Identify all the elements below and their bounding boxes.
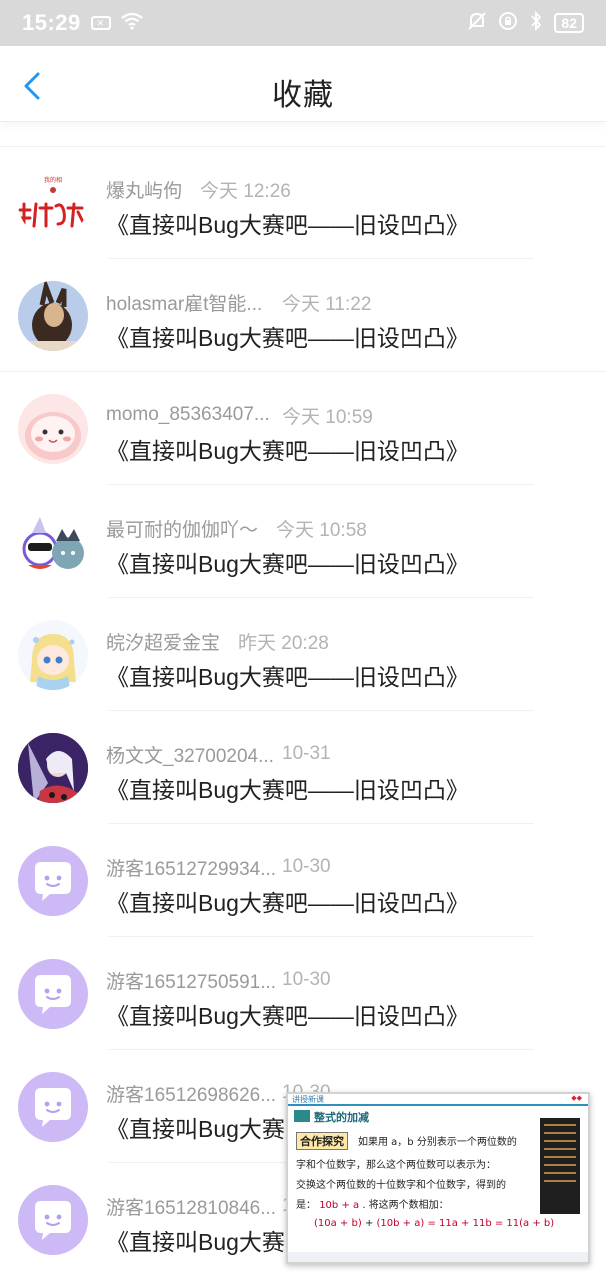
overlay-tag [294,1110,310,1122]
overlay-badge: ◆◆ [571,1094,582,1102]
avatar [18,281,88,351]
list-item[interactable]: 皖汐超爱金宝 昨天 20:28 《直接叫Bug大赛吧——旧设凹凸》 [0,598,606,711]
item-time: 10-31 [282,743,331,764]
item-time: 今天 11:22 [282,293,372,315]
wifi-icon [121,10,143,36]
avatar [18,394,88,464]
list-item[interactable]: 游客16512750591... 10-30 《直接叫Bug大赛吧——旧设凹凸》 [0,937,606,1050]
overlay-line1: 如果用 a，b 分别表示一个两位数的 [358,1137,517,1148]
message-icon: ✕ [90,16,111,30]
item-title: 《直接叫Bug大赛吧——旧设凹凸》 [106,777,469,803]
overlay-line5-answer1: (10a + b) [314,1218,362,1229]
item-time: 10-30 [282,969,331,990]
item-time: 今天 12:26 [200,180,291,202]
item-title: 《直接叫Bug大赛吧——旧设凹凸》 [106,1003,469,1029]
overlay-line4-suffix: . 将这两个数相加： [362,1200,449,1211]
overlay-line5-rest: = 11a + 11b = 11(a + b) [427,1218,555,1229]
avatar [18,959,88,1029]
user-name: 游客16512729934... [106,858,277,880]
avatar [18,507,88,577]
item-meta: holasmar雇t智能... 今天 11:22 [106,289,371,315]
avatar [18,733,88,803]
overlay-line4: 是： 10b + a . 将这两个数相加： [296,1196,449,1211]
item-meta: 爆丸屿佝 今天 12:26 [106,176,291,202]
user-name: 最可耐的伽伽吖～ [106,519,259,541]
user-name: holasmar雇t智能... [106,293,263,315]
bluetooth-icon [530,10,542,36]
list-item[interactable]: 游客16512729934... 10-30 《直接叫Bug大赛吧——旧设凹凸》 [0,824,606,937]
avatar [18,846,88,916]
overlay-line2: 字和个位数字，那么这个两位数可以表示为： [296,1160,496,1171]
item-time: 10-30 [282,856,331,877]
item-time: 昨天 20:28 [238,632,329,654]
status-time: 15:29 [22,10,81,35]
item-meta: 杨文文_32700204... 10-31 [106,741,331,767]
list-item[interactable]: holasmar雇t智能... 今天 11:22 《直接叫Bug大赛吧——旧设凹… [0,259,606,372]
status-bar: 15:29 ✕ 82 [0,0,606,46]
overlay-line5-mid: + [364,1218,374,1229]
avatar [18,1072,88,1142]
overlay-label: 合作探究 [296,1132,348,1150]
overlay-line5-answer2: (10b + a) [376,1218,425,1229]
list-item[interactable]: 最可耐的伽伽吖～ 今天 10:58 《直接叫Bug大赛吧——旧设凹凸》 [0,485,606,598]
guest-chat-icon [35,862,71,901]
user-name: 皖汐超爱金宝 [106,632,221,654]
svg-text:我的相: 我的相 [44,176,62,184]
item-meta: momo_85363407... 今天 10:59 [106,402,373,428]
list-item[interactable]: 杨文文_32700204... 10-31 《直接叫Bug大赛吧——旧设凹凸》 [0,711,606,824]
user-name: 杨文文_32700204... [106,745,274,767]
overlay-line3: 交换这个两位数的十位数字和个位数字，得到的 [296,1180,506,1191]
avatar [18,620,88,690]
overlay-bottom-bar [288,1252,588,1262]
status-left: 15:29 ✕ [22,10,143,36]
item-title: 《直接叫Bug大赛吧——旧设凹凸》 [106,212,469,238]
mute-bell-icon [468,11,487,36]
item-title: 《直接叫Bug大赛吧——旧设凹凸》 [106,890,469,916]
overlay-line5: (10a + b) + (10b + a) = 11a + 11b = 11(a… [314,1218,554,1229]
page-title: 收藏 [272,79,334,112]
item-title: 《直接叫Bug大赛吧——旧设凹凸》 [106,325,469,351]
overlay-side-panel [540,1118,580,1214]
item-meta: 游客16512729934... 10-30 [106,854,331,880]
battery-indicator: 82 [554,13,584,33]
list-item[interactable]: momo_85363407... 今天 10:59 《直接叫Bug大赛吧——旧设… [0,372,606,485]
item-time: 今天 10:58 [276,519,367,541]
item-title: 《直接叫Bug大赛吧——旧设凹凸》 [106,438,469,464]
list-item[interactable]: 我的相 爆丸屿佝 今天 12:26 《直接叫Bug大赛吧——旧设凹凸》 [0,146,606,259]
nav-bar: 收藏 [0,46,606,122]
guest-chat-icon [35,975,71,1014]
overlay-heading: 整式的加减 [314,1111,369,1124]
user-name: momo_85363407... [106,404,270,425]
avatar [18,1185,88,1255]
guest-chat-icon [35,1088,71,1127]
status-right: 82 [468,10,584,36]
item-meta: 最可耐的伽伽吖～ 今天 10:58 [106,515,367,541]
user-name: 游客16512810846... [106,1197,277,1219]
item-time: 今天 10:59 [282,406,373,428]
lock-rotation-icon [498,11,518,36]
avatar: 我的相 [18,168,88,238]
item-meta: 游客16512750591... 10-30 [106,967,331,993]
item-title: 《直接叫Bug大赛吧——旧设凹凸》 [106,664,469,690]
user-name: 游客16512698626... [106,1084,277,1106]
user-name: 游客16512750591... [106,971,277,993]
user-name: 爆丸屿佝 [106,180,183,202]
floating-video-window[interactable]: 讲授新课 ◆◆ 整式的加减 合作探究 如果用 a，b 分别表示一个两位数的 字和… [286,1092,590,1264]
item-meta: 皖汐超爱金宝 昨天 20:28 [106,628,329,654]
guest-chat-icon [35,1201,71,1240]
item-title: 《直接叫Bug大赛吧——旧设凹凸》 [106,551,469,577]
overlay-topline [288,1104,588,1106]
overlay-line4-answer: 10b + a [319,1200,360,1211]
overlay-line4-prefix: 是： [296,1200,316,1211]
